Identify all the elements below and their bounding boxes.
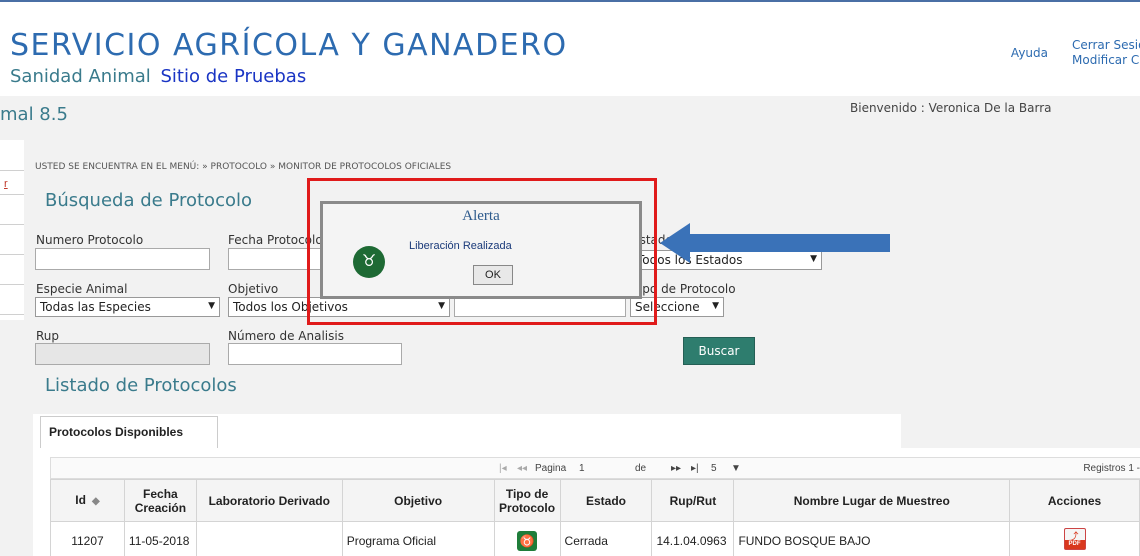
column-header-id[interactable]: Id ◆ [50,479,125,522]
dropdown-arrow-icon: ▼ [712,301,719,311]
cell-laboratorio [195,521,343,556]
cell-id: 11207 [50,521,125,556]
cell-objetivo: Programa Oficial [341,521,495,556]
tab-protocolos-disponibles[interactable]: Protocolos Disponibles [40,416,218,448]
side-menu-strip: r [0,140,24,320]
page-of-label: de [635,463,647,474]
table-row[interactable]: 11207 11-05-2018 Programa Oficial ♉ Cerr… [50,521,1140,556]
especie-animal-value: Todas las Especies [40,300,151,314]
buscar-button[interactable]: Buscar [683,337,755,365]
prev-page-icon[interactable]: ◂◂ [517,463,527,474]
page-box: Pagina 1 de [535,460,665,476]
breadcrumb: USTED SE ENCUENTRA EN EL MENÚ: » PROTOCO… [35,162,452,172]
arrow-pointer-icon [660,223,890,263]
header: SERVICIO AGRÍCOLA Y GANADERO Sanidad Ani… [0,0,1140,96]
pager: |◂ ◂◂ Pagina 1 de ▸▸ ▸| 5 ▼ Registros 1 … [50,457,1140,479]
help-link[interactable]: Ayuda [1011,46,1048,60]
alert-title: Alerta [462,208,500,224]
numero-analisis-input[interactable] [228,343,402,365]
ok-button[interactable]: OK [473,265,513,285]
table-header-row: Id ◆ Fecha Creación Laboratorio Derivado … [50,479,1140,522]
sag-cow-icon: ♉ [353,246,385,278]
numero-protocolo-input[interactable] [35,248,210,270]
cell-tipo: ♉ [493,521,561,556]
column-header-estado[interactable]: Estado [559,479,653,522]
divider [0,314,24,315]
dropdown-arrow-icon: ▼ [208,301,215,311]
site-subtitle: Sanidad Animal Sitio de Pruebas [10,66,306,87]
cell-estado: Cerrada [559,521,653,556]
column-header-fecha[interactable]: Fecha Creación [123,479,197,522]
column-header-lugar[interactable]: Nombre Lugar de Muestreo [733,479,1011,522]
column-header-objetivo[interactable]: Objetivo [341,479,495,522]
welcome-message: Bienvenido : Veronica De la Barra [850,101,1052,115]
cell-lugar: FUNDO BOSQUE BAJO [733,521,1011,556]
current-page-input[interactable]: 1 [579,463,585,474]
alert-dialog: Alerta ♉ Liberación Realizada OK [320,201,642,299]
column-header-rup[interactable]: Rup/Rut [651,479,735,522]
page: SERVICIO AGRÍCOLA Y GANADERO Sanidad Ani… [0,0,1140,556]
rup-input[interactable] [35,343,210,365]
divider [0,194,24,195]
especie-animal-select[interactable]: Todas las Especies ▼ [35,297,220,317]
divider [0,284,24,285]
logout-link[interactable]: Cerrar Sesión [1072,38,1140,52]
cow-icon: ♉ [517,530,538,551]
objetivo-label: Objetivo [228,282,279,296]
divider [0,224,24,225]
protocol-table: Id ◆ Fecha Creación Laboratorio Derivado … [50,479,1140,556]
column-header-tipo[interactable]: Tipo de Protocolo [493,479,561,522]
cell-acciones: ⤴ PDF [1009,521,1140,556]
list-title: Listado de Protocolos [45,375,237,396]
subtitle-site: Sitio de Pruebas [160,66,307,87]
last-page-icon[interactable]: ▸| [691,463,699,474]
divider [0,254,24,255]
cell-fecha: 11-05-2018 [123,521,197,556]
subtitle-section: Sanidad Animal [10,66,151,87]
search-title: Búsqueda de Protocolo [45,190,252,211]
arrow-shape [660,223,890,263]
next-page-icon[interactable]: ▸▸ [671,463,681,474]
page-size-dropdown-icon[interactable]: ▼ [731,463,741,474]
records-count: Registros 1 - [1083,463,1140,474]
side-menu-link[interactable]: r [4,178,8,190]
column-header-acciones: Acciones [1009,479,1140,522]
especie-animal-label: Especie Animal [36,282,128,296]
column-header-laboratorio[interactable]: Laboratorio Derivado [195,479,343,522]
org-title: SERVICIO AGRÍCOLA Y GANADERO [10,28,568,63]
divider [0,170,24,171]
cell-rup: 14.1.04.0963 [651,521,735,556]
numero-analisis-label: Número de Analisis [228,329,344,343]
app-version: mal 8.5 [0,104,68,125]
total-pages: 5 [711,463,717,474]
first-page-icon[interactable]: |◂ [499,463,507,474]
sort-icon[interactable]: ◆ [92,496,100,507]
column-header-label: Id [75,492,86,507]
rup-label: Rup [36,329,60,343]
page-label: Pagina [535,463,567,474]
alert-message: Liberación Realizada [409,240,512,252]
modify-password-link[interactable]: Modificar Clave [1072,53,1140,67]
pdf-icon[interactable]: ⤴ PDF [1063,528,1086,550]
numero-protocolo-label: Numero Protocolo [36,233,144,247]
